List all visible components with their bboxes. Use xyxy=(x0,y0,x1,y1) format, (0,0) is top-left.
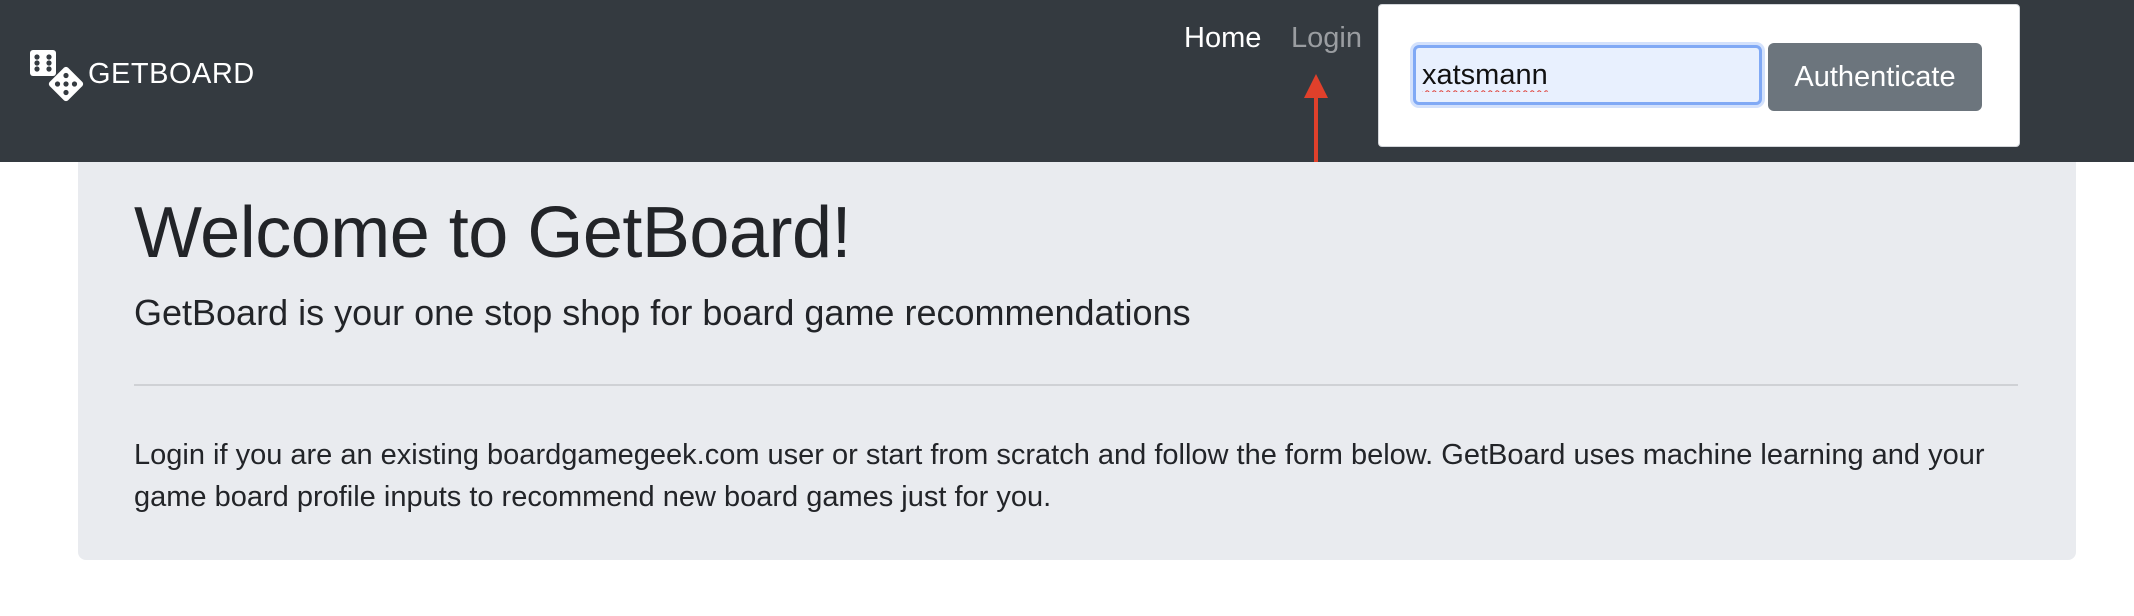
welcome-jumbotron: Welcome to GetBoard! GetBoard is your on… xyxy=(78,162,2076,560)
dice-icon xyxy=(30,50,84,102)
login-dropdown: Authenticate xyxy=(1378,4,2020,147)
authenticate-button[interactable]: Authenticate xyxy=(1768,43,1982,111)
nav-link-login[interactable]: Login xyxy=(1291,22,1362,55)
lead-text: GetBoard is your one stop shop for board… xyxy=(134,292,1191,333)
username-input[interactable] xyxy=(1413,45,1762,105)
page-title: Welcome to GetBoard! xyxy=(134,193,852,273)
top-navbar: GETBOARD Home Login Authenticate xyxy=(0,0,2134,162)
intro-paragraph: Login if you are an existing boardgamege… xyxy=(134,439,1985,513)
divider xyxy=(134,384,2018,386)
nav-link-home[interactable]: Home xyxy=(1184,22,1261,55)
brand-link[interactable]: GETBOARD xyxy=(28,48,255,106)
brand-name: GETBOARD xyxy=(88,57,255,90)
